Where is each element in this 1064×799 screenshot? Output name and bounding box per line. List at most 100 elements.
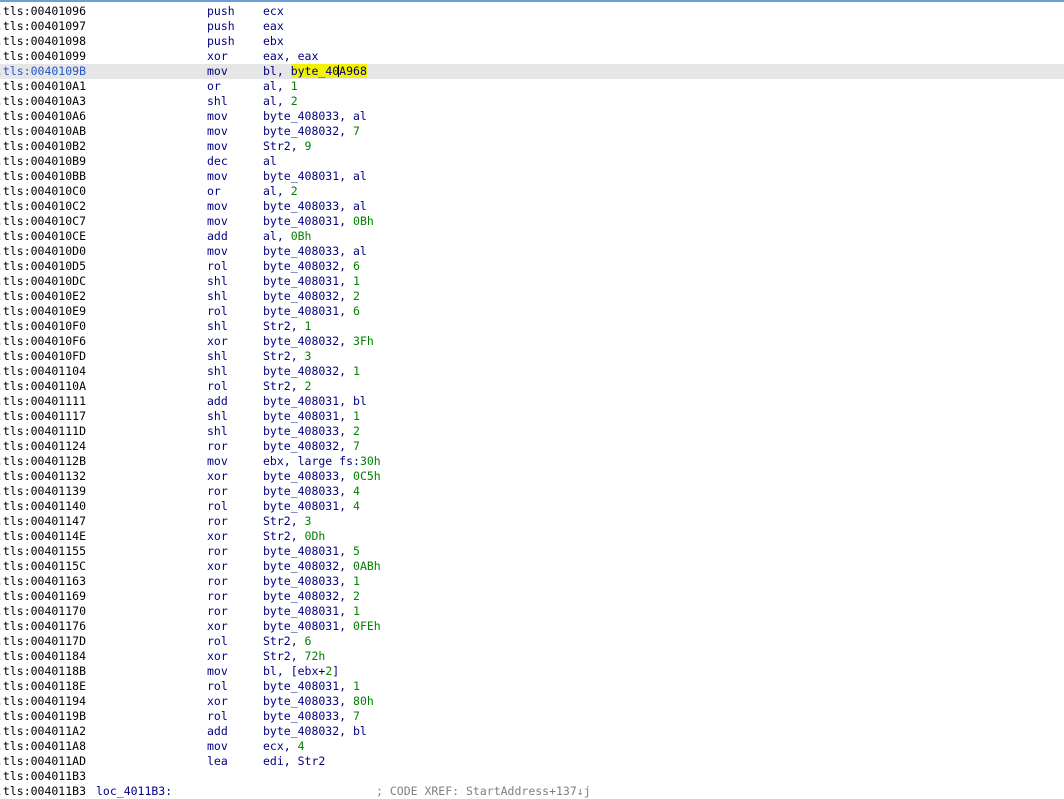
mnemonic[interactable]: shl: [207, 274, 228, 289]
address[interactable]: .tls:00401169: [0, 589, 86, 604]
operand-text[interactable]: al: [263, 154, 277, 168]
operands[interactable]: byte_408033, 0C5h: [263, 469, 381, 484]
mnemonic[interactable]: shl: [207, 94, 228, 109]
disassembly-row[interactable]: .tls:004010D5 rol byte_408032, 6: [0, 259, 1064, 274]
mnemonic[interactable]: ror: [207, 439, 228, 454]
address[interactable]: .tls:004011A8: [0, 739, 86, 754]
address[interactable]: .tls:004010A3: [0, 94, 86, 109]
immediate-value[interactable]: 1: [353, 274, 360, 288]
operand-text[interactable]: byte_408033,: [263, 694, 353, 708]
mnemonic[interactable]: mov: [207, 214, 228, 229]
address[interactable]: .tls:00401104: [0, 364, 86, 379]
address[interactable]: .tls:00401140: [0, 499, 86, 514]
operands[interactable]: byte_408031, 6: [263, 304, 360, 319]
mnemonic[interactable]: mov: [207, 199, 228, 214]
mnemonic[interactable]: mov: [207, 109, 228, 124]
operand-text[interactable]: byte_408032,: [263, 124, 353, 138]
immediate-value[interactable]: 1: [291, 79, 298, 93]
address[interactable]: .tls:004010CE: [0, 229, 86, 244]
address[interactable]: .tls:00401170: [0, 604, 86, 619]
mnemonic[interactable]: rol: [207, 634, 228, 649]
operands[interactable]: Str2, 3: [263, 514, 311, 529]
operand-text[interactable]: Str2,: [263, 514, 305, 528]
address[interactable]: .tls:00401194: [0, 694, 86, 709]
operand-text[interactable]: byte_408033, al: [263, 109, 367, 123]
disassembly-row[interactable]: .tls:0040111D shl byte_408033, 2: [0, 424, 1064, 439]
immediate-value[interactable]: 3Fh: [353, 334, 374, 348]
address[interactable]: .tls:00401155: [0, 544, 86, 559]
address[interactable]: .tls:004010B9: [0, 154, 86, 169]
disassembly-row[interactable]: .tls:004010FD shl Str2, 3: [0, 349, 1064, 364]
mnemonic[interactable]: shl: [207, 364, 228, 379]
disassembly-row[interactable]: .tls:00401163 ror byte_408033, 1: [0, 574, 1064, 589]
address[interactable]: .tls:004010D0: [0, 244, 86, 259]
address[interactable]: .tls:004010FD: [0, 349, 86, 364]
operands[interactable]: ecx, 4: [263, 739, 305, 754]
immediate-value[interactable]: 1: [353, 574, 360, 588]
disassembly-row[interactable]: .tls:00401097 push eax: [0, 19, 1064, 34]
disassembly-row[interactable]: .tls:0040114E xor Str2, 0Dh: [0, 529, 1064, 544]
disassembly-row[interactable]: .tls:004010B9 dec al: [0, 154, 1064, 169]
operand-text[interactable]: byte_408033, al: [263, 199, 367, 213]
operand-text[interactable]: eax: [263, 19, 284, 33]
mnemonic[interactable]: xor: [207, 619, 228, 634]
address[interactable]: .tls:004010F0: [0, 319, 86, 334]
mnemonic[interactable]: add: [207, 394, 228, 409]
immediate-value[interactable]: 2: [291, 184, 298, 198]
address[interactable]: .tls:00401184: [0, 649, 86, 664]
immediate-value[interactable]: 1: [353, 604, 360, 618]
disassembly-row[interactable]: .tls:0040118B mov bl, [ebx+2]: [0, 664, 1064, 679]
disassembly-row[interactable]: .tls:00401111 add byte_408031, bl: [0, 394, 1064, 409]
operand-text[interactable]: byte_408033,: [263, 709, 353, 723]
immediate-value[interactable]: 72h: [305, 649, 326, 663]
mnemonic[interactable]: mov: [207, 64, 228, 79]
address[interactable]: .tls:004010E2: [0, 289, 86, 304]
mnemonic[interactable]: xor: [207, 49, 228, 64]
operand-text[interactable]: al,: [263, 184, 291, 198]
address[interactable]: .tls:0040112B: [0, 454, 86, 469]
address[interactable]: .tls:00401176: [0, 619, 86, 634]
disassembly-row[interactable]: .tls:00401096 push ecx: [0, 4, 1064, 19]
immediate-value[interactable]: 3: [305, 514, 312, 528]
operands[interactable]: edi, Str2: [263, 754, 325, 769]
operands[interactable]: byte_408032, 7: [263, 124, 360, 139]
operand-text[interactable]: byte_408031,: [263, 409, 353, 423]
mnemonic[interactable]: or: [207, 184, 221, 199]
operand-text[interactable]: Str2,: [263, 379, 305, 393]
operand-text[interactable]: byte_408033,: [263, 469, 353, 483]
disassembly-row[interactable]: .tls:004010BB mov byte_408031, al: [0, 169, 1064, 184]
operands[interactable]: byte_408032, 2: [263, 289, 360, 304]
address[interactable]: .tls:004011AD: [0, 754, 86, 769]
mnemonic[interactable]: ror: [207, 589, 228, 604]
operand-text[interactable]: al,: [263, 94, 291, 108]
operand-text[interactable]: byte_408032,: [263, 364, 353, 378]
mnemonic[interactable]: rol: [207, 304, 228, 319]
operand-text[interactable]: ]: [332, 664, 339, 678]
operands[interactable]: byte_408031, bl: [263, 394, 367, 409]
address[interactable]: .tls:004010B2: [0, 139, 86, 154]
disassembly-row[interactable]: .tls:0040112B mov ebx, large fs:30h: [0, 454, 1064, 469]
operand-text[interactable]: ecx: [263, 4, 284, 18]
disassembly-row[interactable]: .tls:004011AD lea edi, Str2: [0, 754, 1064, 769]
disassembly-row[interactable]: .tls:004011B3: [0, 769, 1064, 784]
immediate-value[interactable]: 0FEh: [353, 619, 381, 633]
mnemonic[interactable]: mov: [207, 244, 228, 259]
mnemonic[interactable]: xor: [207, 694, 228, 709]
immediate-value[interactable]: 6: [353, 259, 360, 273]
immediate-value[interactable]: 0Dh: [305, 529, 326, 543]
mnemonic[interactable]: shl: [207, 289, 228, 304]
operands[interactable]: Str2, 6: [263, 634, 311, 649]
disassembly-row[interactable]: .tls:004010A1 or al, 1: [0, 79, 1064, 94]
immediate-value[interactable]: 2: [353, 424, 360, 438]
immediate-value[interactable]: 3: [305, 349, 312, 363]
operands[interactable]: byte_408032, 1: [263, 364, 360, 379]
operand-text[interactable]: al,: [263, 229, 291, 243]
mnemonic[interactable]: xor: [207, 334, 228, 349]
disassembly-row[interactable]: .tls:004010DC shl byte_408031, 1: [0, 274, 1064, 289]
operands[interactable]: byte_408033, 4: [263, 484, 360, 499]
immediate-value[interactable]: 2: [353, 289, 360, 303]
immediate-value[interactable]: 1: [305, 319, 312, 333]
mnemonic[interactable]: mov: [207, 664, 228, 679]
operand-text[interactable]: byte_408032,: [263, 559, 353, 573]
operand-text[interactable]: bl, [ebx+: [263, 664, 325, 678]
